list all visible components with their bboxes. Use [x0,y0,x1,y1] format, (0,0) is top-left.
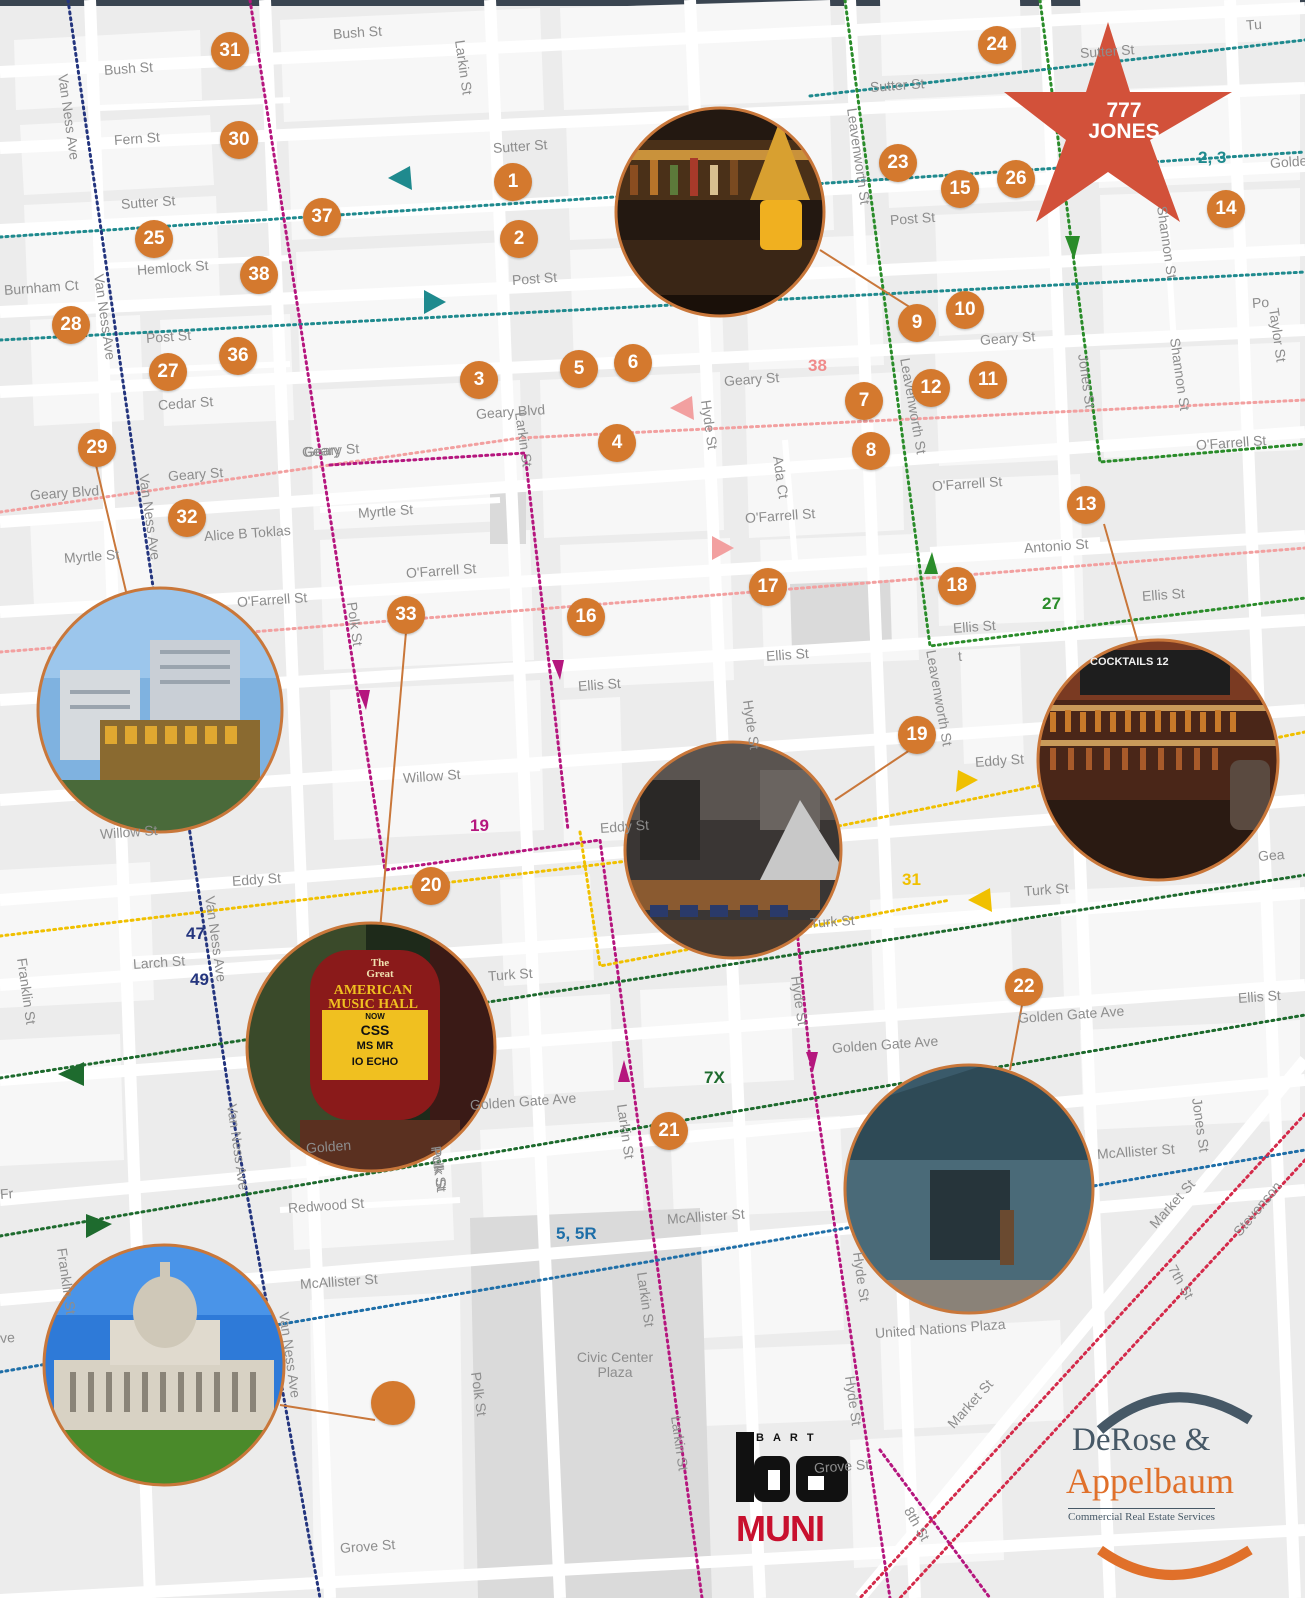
pin-20[interactable]: 20 [412,867,450,905]
marquee-board: NOW CSS MS MR IO ECHO [351,1012,399,1068]
pin-25[interactable]: 25 [135,220,173,258]
pin-26[interactable]: 26 [997,160,1035,198]
pin-13[interactable]: 13 [1067,486,1105,524]
street-label: Eddy St [974,750,1025,770]
pin-2[interactable]: 2 [500,220,538,258]
pin-6[interactable]: 6 [614,344,652,382]
pin-27[interactable]: 27 [149,353,187,391]
street-label: Bush St [103,58,154,78]
street-label: Ellis St [1237,987,1282,1006]
unnumbered-pin[interactable] [371,1381,415,1425]
route-label: 31 [902,870,921,889]
pin-3[interactable]: 3 [460,361,498,399]
pin-22[interactable]: 22 [1005,968,1043,1006]
street-label: Turk St [1023,879,1070,899]
route-label: 27 [1042,594,1061,613]
pin-30[interactable]: 30 [220,121,258,159]
pin-10[interactable]: 10 [946,291,984,329]
street-label: Post St [889,208,936,228]
logo-line-3: Commercial Real Estate Services [1068,1508,1215,1523]
street-label: Post St [511,268,558,288]
street-label: Ellis St [577,675,622,694]
street-label: Post St [145,326,192,346]
pin-9[interactable]: 9 [898,304,936,342]
street-label: Golde [1269,152,1305,171]
street-label: Geary [301,441,341,460]
street-label: Golden [305,1136,352,1156]
pin-12[interactable]: 12 [912,369,950,407]
pin-8[interactable]: 8 [852,432,890,470]
pin-37[interactable]: 37 [303,198,341,236]
street-label: Po [1251,293,1270,311]
destination-label: 777 JONES [1088,99,1160,143]
street-label: Fern St [113,128,161,148]
marquee-text: The Great [366,957,394,980]
street-label: Turk St [487,964,534,984]
pin-15[interactable]: 15 [941,170,979,208]
pin-33[interactable]: 33 [387,596,425,634]
bar-sign: COCKTAILS 12 [1090,656,1169,668]
logo-line-2: Appelbaum [1066,1461,1234,1501]
route-label: 47 [186,924,205,943]
street-label: Bush St [332,22,383,42]
street-label: Eddy St [231,869,282,889]
pin-7[interactable]: 7 [845,382,883,420]
street-label: Ellis St [765,645,810,664]
street-label: Ellis St [1141,585,1186,604]
muni-logo-text: MUNI [736,1508,825,1549]
route-label: 2, 3 [1198,148,1227,167]
street-label: Eddy St [599,816,650,836]
neighborhood-map: Bush St Bush St Fern St Sutter St Sutter St S… [0,0,1305,1598]
pin-4[interactable]: 4 [598,424,636,462]
pin-24[interactable]: 24 [978,26,1016,64]
pin-21[interactable]: 21 [650,1112,688,1150]
pin-19[interactable]: 19 [898,716,936,754]
pin-28[interactable]: 28 [52,306,90,344]
route-label: 38 [808,356,827,375]
bart-logo-text: BART [756,1432,823,1444]
pin-17[interactable]: 17 [749,568,787,606]
pin-5[interactable]: 5 [560,350,598,388]
pin-14[interactable]: 14 [1207,190,1245,228]
marquee-title: AMERICAN MUSIC HALL [328,983,418,1012]
street-label: ve [0,1328,16,1346]
street-label: Turk St [809,911,856,931]
route-label: 5, 5R [556,1224,597,1243]
pin-36[interactable]: 36 [219,337,257,375]
pin-16[interactable]: 16 [567,598,605,636]
pin-23[interactable]: 23 [879,144,917,182]
street-label: Civic Center Plaza [576,1349,654,1380]
pin-38[interactable]: 38 [240,256,278,294]
street-label: Fr [0,1185,14,1202]
logo-line-1: DeRose & [1072,1422,1211,1458]
street-label: Tu [1245,15,1263,33]
street-label: Gea [1257,846,1285,864]
derose-appelbaum-logo: DeRose & Appelbaum Commercial Real Estat… [1066,1388,1284,1578]
street-label: Ellis St [952,617,997,636]
pin-18[interactable]: 18 [938,567,976,605]
route-label: 49 [190,970,209,989]
pin-31[interactable]: 31 [211,32,249,70]
pin-32[interactable]: 32 [168,499,206,537]
route-label: 7X [704,1068,725,1087]
route-label: 19 [470,816,489,835]
pin-1[interactable]: 1 [494,163,532,201]
pin-11[interactable]: 11 [969,361,1007,399]
pin-29[interactable]: 29 [78,429,116,467]
